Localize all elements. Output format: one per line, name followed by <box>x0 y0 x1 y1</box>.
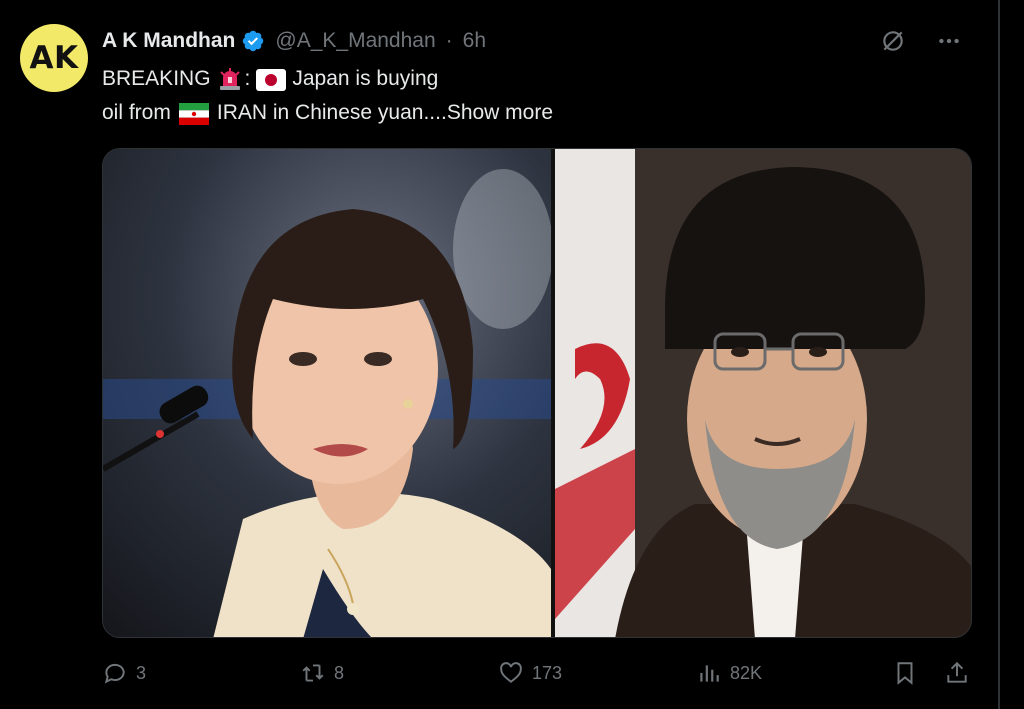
tweet-line2-prefix: oil from <box>102 101 171 124</box>
more-options-icon[interactable] <box>934 26 964 56</box>
japan-flag-icon <box>256 68 287 91</box>
share-button[interactable] <box>944 660 970 686</box>
tweet-top-actions <box>878 26 964 56</box>
iran-flag-icon <box>178 102 209 125</box>
bookmark-icon <box>897 662 913 685</box>
analytics-icon <box>700 665 719 682</box>
repost-button[interactable]: 8 <box>300 660 344 686</box>
tweet-actions: 3 8 173 82K <box>102 660 972 696</box>
timeline-border <box>998 0 1000 709</box>
tweet-media[interactable] <box>102 148 972 638</box>
bookmark-button[interactable] <box>892 660 918 686</box>
like-count: 173 <box>532 662 563 683</box>
tweet-line1-prefix: BREAKING <box>102 67 211 90</box>
repost-count: 8 <box>334 662 345 683</box>
rotating-light-icon <box>217 66 243 92</box>
reply-icon <box>104 663 125 684</box>
avatar[interactable]: AK <box>20 24 88 92</box>
photo-cleric-portrait[interactable] <box>555 149 971 637</box>
grok-icon[interactable] <box>878 26 908 56</box>
views-count: 82K <box>730 662 763 683</box>
tweet-header: A K Mandhan @A_K_Mandhan · 6h <box>102 27 486 55</box>
handle[interactable]: @A_K_Mandhan <box>275 29 435 53</box>
tweet-text: BREAKING : Japan is buying oil from IRAN… <box>102 62 722 130</box>
views-button[interactable]: 82K <box>696 660 762 686</box>
display-name[interactable]: A K Mandhan <box>102 29 235 53</box>
tweet-line1-sep: : <box>244 67 251 90</box>
photo-woman-speaking[interactable] <box>103 149 551 637</box>
heart-icon <box>500 662 522 683</box>
avatar-initials: AK <box>29 40 79 76</box>
show-more-link[interactable]: Show more <box>447 96 553 130</box>
share-icon <box>947 661 967 683</box>
tweet-line2-text: IRAN in Chinese yuan.... <box>216 101 447 124</box>
timestamp[interactable]: 6h <box>463 29 486 53</box>
reply-count: 3 <box>136 662 147 683</box>
like-button[interactable]: 173 <box>498 660 562 686</box>
reply-button[interactable]: 3 <box>102 660 146 686</box>
verified-badge-icon <box>241 29 265 53</box>
tweet-line1-text: Japan is buying <box>292 67 439 90</box>
repost-icon <box>302 664 324 682</box>
separator-dot: · <box>445 29 453 52</box>
